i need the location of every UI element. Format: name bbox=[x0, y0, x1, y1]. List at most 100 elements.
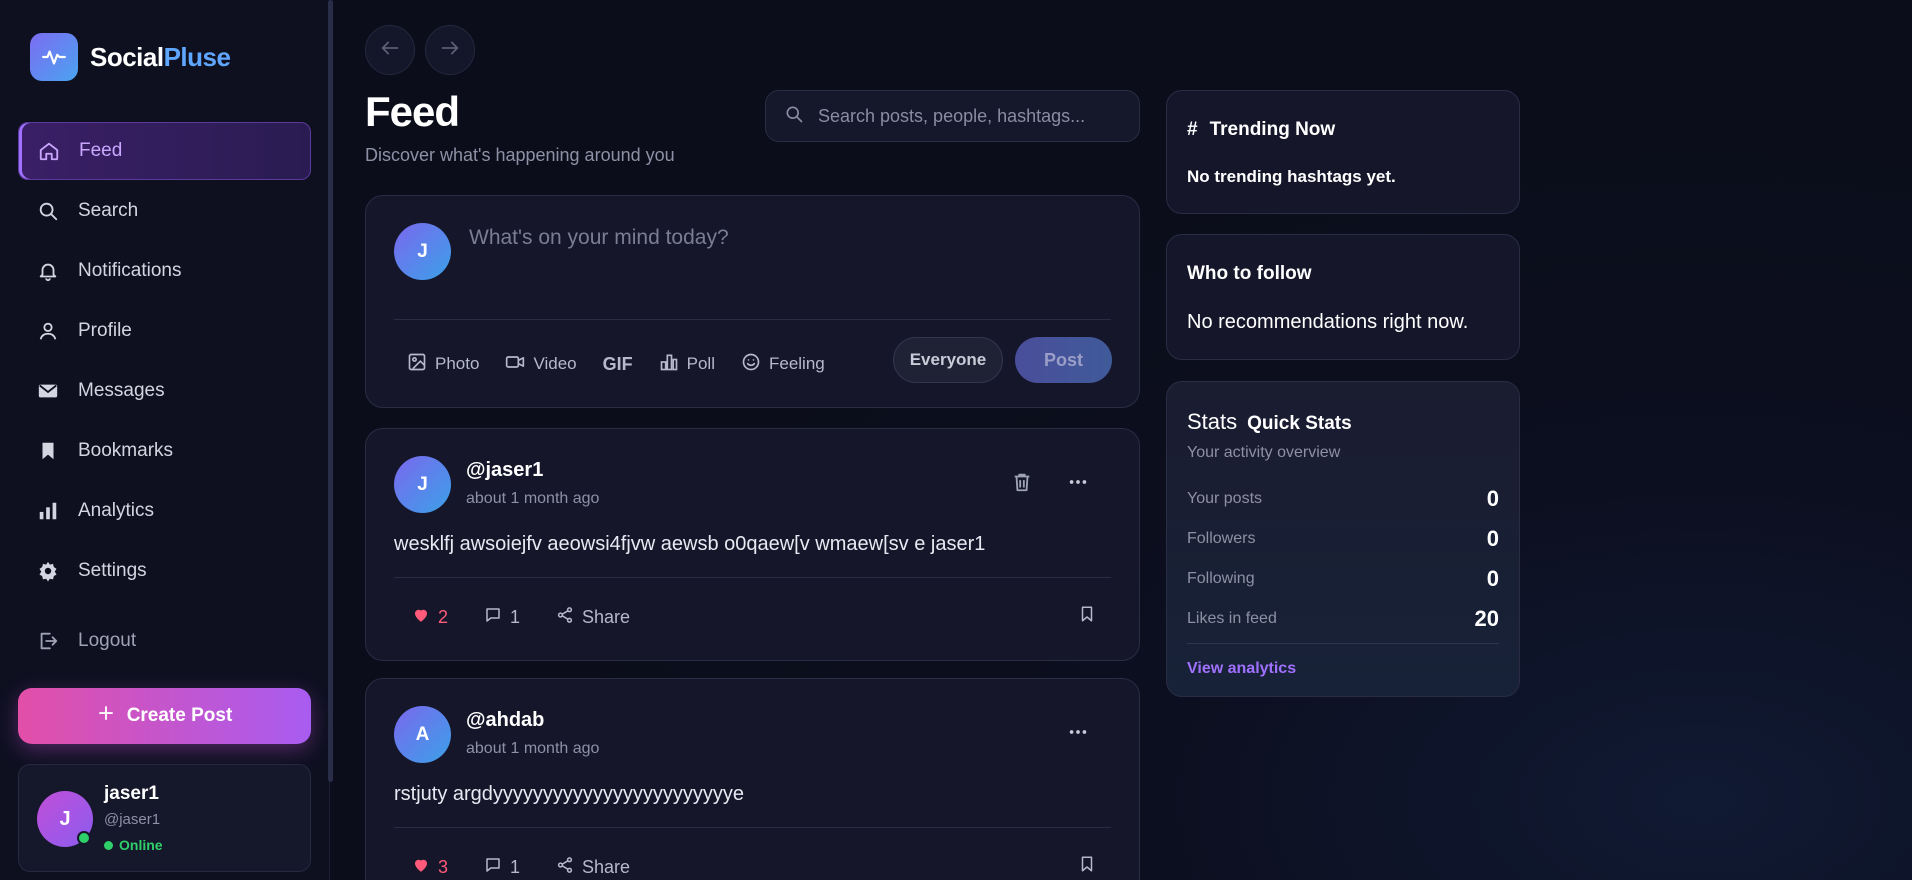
comment-count: 1 bbox=[510, 606, 521, 627]
create-post-button[interactable]: Create Post bbox=[18, 688, 311, 744]
nav-item-search[interactable]: Search bbox=[18, 182, 311, 240]
poll-button[interactable]: Poll bbox=[646, 341, 728, 387]
divider bbox=[394, 827, 1111, 828]
stats-subtitle: Your activity overview bbox=[1187, 444, 1341, 461]
post-card: A @ahdab about 1 month ago rstjuty argdy… bbox=[365, 678, 1140, 880]
home-icon bbox=[37, 139, 61, 163]
share-button[interactable]: Share bbox=[538, 599, 648, 635]
photo-button[interactable]: Photo bbox=[394, 341, 492, 387]
bookmark-icon bbox=[1078, 606, 1096, 627]
bookmark-icon bbox=[36, 439, 60, 463]
who-to-follow-card: Who to follow No recommendations right n… bbox=[1166, 234, 1520, 360]
stat-row: Your posts 0 bbox=[1187, 486, 1499, 511]
nav-item-profile[interactable]: Profile bbox=[18, 302, 311, 360]
nav-label: Profile bbox=[78, 320, 132, 341]
more-horizontal-icon bbox=[1066, 480, 1090, 497]
delete-button[interactable] bbox=[1011, 471, 1033, 498]
video-button[interactable]: Video bbox=[492, 341, 589, 387]
share-button[interactable]: Share bbox=[538, 849, 648, 880]
post-composer: J What's on your mind today? Photo Video… bbox=[365, 195, 1140, 408]
stats-icon-label: Stats bbox=[1187, 409, 1238, 434]
nav-item-feed[interactable]: Feed bbox=[18, 122, 311, 180]
nav-label: Search bbox=[78, 200, 139, 221]
post-text: rstjuty argdyyyyyyyyyyyyyyyyyyyyyyyye bbox=[394, 783, 745, 805]
sidebar-scrollbar[interactable] bbox=[328, 0, 333, 782]
comment-button[interactable]: 1 bbox=[466, 599, 538, 635]
smile-icon bbox=[741, 352, 761, 377]
nav-label: Bookmarks bbox=[78, 440, 174, 461]
composer-tools: Photo Video GIF Poll Feeling bbox=[394, 341, 838, 387]
stats-header: Stats Quick Stats bbox=[1187, 409, 1352, 435]
user-icon bbox=[36, 319, 60, 343]
feeling-button[interactable]: Feeling bbox=[728, 341, 838, 387]
poll-icon bbox=[659, 352, 679, 377]
status-dot bbox=[104, 840, 113, 850]
main-nav: Feed Search Notifications Profile Messag… bbox=[18, 122, 311, 672]
hash-icon: # bbox=[1187, 119, 1198, 140]
video-icon bbox=[505, 352, 525, 377]
nav-item-logout[interactable]: Logout bbox=[18, 612, 311, 670]
nav-item-analytics[interactable]: Analytics bbox=[18, 482, 311, 540]
nav-label: Settings bbox=[78, 560, 147, 581]
search-input[interactable]: Search posts, people, hashtags... bbox=[765, 90, 1140, 142]
forward-button[interactable] bbox=[425, 25, 475, 75]
stat-row: Followers 0 bbox=[1187, 526, 1499, 551]
who-to-follow-empty: No recommendations right now. bbox=[1187, 311, 1469, 333]
post-timestamp: about 1 month ago bbox=[466, 740, 600, 757]
more-options-button[interactable] bbox=[1066, 471, 1090, 498]
share-icon bbox=[556, 856, 574, 879]
nav-item-messages[interactable]: Messages bbox=[18, 362, 311, 420]
brand[interactable]: SocialPluse bbox=[30, 33, 231, 81]
user-handle: @jaser1 bbox=[104, 811, 161, 828]
online-indicator bbox=[77, 831, 91, 845]
post-username[interactable]: @jaser1 bbox=[466, 459, 543, 482]
post-button[interactable]: Post bbox=[1015, 337, 1112, 383]
more-options-button[interactable] bbox=[1066, 721, 1090, 748]
search-placeholder: Search posts, people, hashtags... bbox=[818, 105, 1086, 126]
back-button[interactable] bbox=[365, 25, 415, 75]
trash-icon bbox=[1011, 473, 1033, 497]
bookmark-button[interactable] bbox=[1078, 605, 1096, 628]
like-button[interactable]: 2 bbox=[394, 599, 466, 635]
more-horizontal-icon bbox=[1066, 730, 1090, 747]
avatar[interactable]: J bbox=[394, 456, 451, 513]
search-icon bbox=[36, 199, 60, 223]
divider bbox=[394, 577, 1111, 578]
avatar[interactable]: A bbox=[394, 706, 451, 763]
share-icon bbox=[556, 606, 574, 629]
comment-icon bbox=[484, 856, 502, 879]
gear-icon bbox=[36, 559, 60, 583]
nav-label: Notifications bbox=[78, 260, 182, 281]
heart-icon bbox=[412, 856, 430, 879]
view-analytics-link[interactable]: View analytics bbox=[1187, 660, 1296, 678]
pulse-logo-icon bbox=[30, 33, 78, 81]
post-timestamp: about 1 month ago bbox=[466, 490, 600, 507]
trending-card: # Trending Now No trending hashtags yet. bbox=[1166, 90, 1520, 214]
audience-select[interactable]: Everyone bbox=[893, 337, 1003, 383]
gif-button[interactable]: GIF bbox=[590, 341, 646, 387]
create-post-label: Create Post bbox=[126, 705, 233, 726]
post-username[interactable]: @ahdab bbox=[466, 709, 544, 732]
nav-label: Messages bbox=[78, 380, 165, 401]
nav-item-notifications[interactable]: Notifications bbox=[18, 242, 311, 300]
plus-icon bbox=[97, 704, 115, 728]
who-to-follow-title: Who to follow bbox=[1187, 263, 1312, 284]
composer-input[interactable]: What's on your mind today? bbox=[469, 226, 729, 250]
nav-item-bookmarks[interactable]: Bookmarks bbox=[18, 422, 311, 480]
comment-icon bbox=[484, 606, 502, 629]
divider bbox=[1187, 643, 1499, 644]
mail-icon bbox=[36, 379, 60, 403]
nav-item-settings[interactable]: Settings bbox=[18, 542, 311, 600]
nav-label: Feed bbox=[79, 140, 123, 161]
like-button[interactable]: 3 bbox=[394, 849, 466, 880]
stats-title: Quick Stats bbox=[1247, 413, 1352, 434]
current-user-card[interactable]: J jaser1 @jaser1 Online bbox=[18, 764, 311, 872]
stat-row: Likes in feed 20 bbox=[1187, 606, 1499, 631]
nav-label: Logout bbox=[78, 630, 137, 651]
bar-chart-icon bbox=[36, 499, 60, 523]
post-card: J @jaser1 about 1 month ago wesklfj awso… bbox=[365, 428, 1140, 661]
user-name: jaser1 bbox=[104, 783, 159, 804]
bookmark-button[interactable] bbox=[1078, 855, 1096, 878]
arrow-right-icon bbox=[439, 37, 461, 64]
comment-button[interactable]: 1 bbox=[466, 849, 538, 880]
